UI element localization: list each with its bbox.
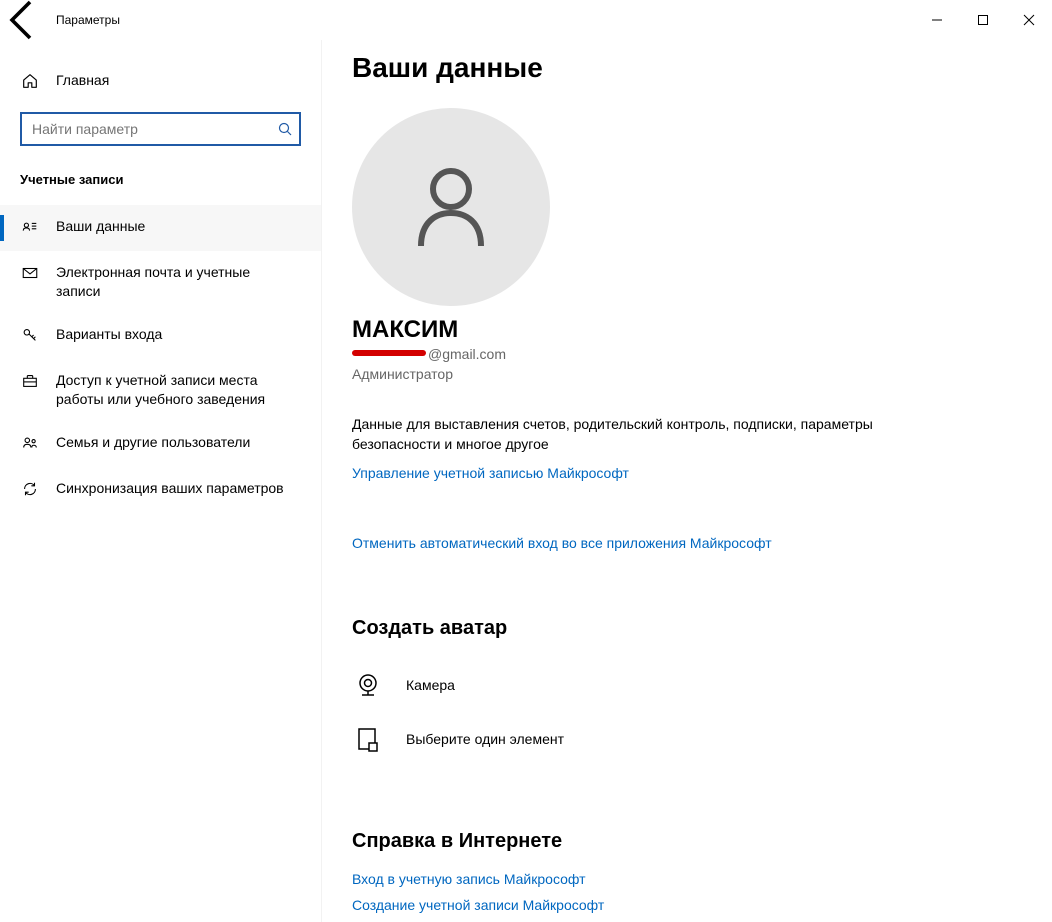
close-button[interactable] (1006, 0, 1052, 40)
people-icon (20, 433, 40, 452)
main-content: Ваши данные МАКСИМ @gmail.com Администра… (322, 40, 1052, 922)
window-title: Параметры (48, 13, 120, 27)
sidebar-item-label: Варианты входа (56, 325, 170, 344)
help-section-title: Справка в Интернете (352, 830, 1020, 853)
help-links: Вход в учетную запись Майкрософт Создани… (352, 871, 1020, 913)
cancel-auto-signin-link[interactable]: Отменить автоматический вход во все прил… (352, 535, 772, 551)
manage-account-link[interactable]: Управление учетной записью Майкрософт (352, 465, 629, 481)
home-icon (20, 71, 40, 90)
redaction-mark (352, 350, 426, 356)
help-signin-link[interactable]: Вход в учетную запись Майкрософт (352, 871, 1020, 887)
user-email: @gmail.com (352, 346, 1020, 362)
mail-icon (20, 263, 40, 282)
sidebar-item-label: Синхронизация ваших параметров (56, 479, 292, 498)
browse-file-icon (352, 725, 384, 753)
sidebar-nav: Ваши данные Электронная почта и учетные … (0, 205, 321, 513)
window-titlebar: Параметры (0, 0, 1052, 40)
maximize-icon (977, 14, 989, 26)
user-name: МАКСИМ (352, 316, 1020, 344)
sidebar-section-label: Учетные записи (0, 162, 321, 205)
person-card-icon (20, 217, 40, 236)
search-input[interactable] (32, 121, 277, 137)
home-label: Главная (56, 72, 109, 88)
page-title: Ваши данные (352, 52, 1020, 84)
sidebar-item-label: Доступ к учетной записи места работы или… (56, 371, 301, 409)
sidebar: Главная Учетные записи Ваши данные Элект… (0, 40, 322, 922)
arrow-left-icon (0, 0, 48, 44)
key-icon (20, 325, 40, 344)
sidebar-item-label: Ваши данные (56, 217, 153, 236)
user-role: Администратор (352, 366, 1020, 382)
sidebar-item-signin-options[interactable]: Варианты входа (0, 313, 321, 359)
camera-label: Камера (406, 677, 455, 693)
sidebar-item-sync[interactable]: Синхронизация ваших параметров (0, 467, 321, 513)
search-input-wrapper[interactable] (20, 112, 301, 146)
avatar-block: МАКСИМ @gmail.com Администратор (352, 108, 1020, 382)
minimize-icon (931, 14, 943, 26)
avatar (352, 108, 550, 306)
briefcase-icon (20, 371, 40, 390)
search-icon (277, 121, 293, 137)
sidebar-item-label: Электронная почта и учетные записи (56, 263, 301, 301)
back-button[interactable] (0, 0, 48, 40)
browse-label: Выберите один элемент (406, 731, 564, 747)
create-avatar-title: Создать аватар (352, 617, 1020, 640)
close-icon (1023, 14, 1035, 26)
sidebar-item-work-school[interactable]: Доступ к учетной записи места работы или… (0, 359, 321, 421)
sync-icon (20, 479, 40, 498)
home-nav[interactable]: Главная (0, 60, 321, 100)
help-create-account-link[interactable]: Создание учетной записи Майкрософт (352, 897, 1020, 913)
sidebar-item-family-users[interactable]: Семья и другие пользователи (0, 421, 321, 467)
maximize-button[interactable] (960, 0, 1006, 40)
sidebar-item-label: Семья и другие пользователи (56, 433, 258, 452)
camera-icon (352, 671, 384, 699)
email-visible-part: @gmail.com (428, 346, 506, 362)
browse-option[interactable]: Выберите один элемент (352, 712, 1020, 766)
minimize-button[interactable] (914, 0, 960, 40)
sidebar-item-email-accounts[interactable]: Электронная почта и учетные записи (0, 251, 321, 313)
billing-description: Данные для выставления счетов, родительс… (352, 414, 912, 455)
person-icon (403, 159, 499, 255)
camera-option[interactable]: Камера (352, 658, 1020, 712)
sidebar-item-your-info[interactable]: Ваши данные (0, 205, 321, 251)
